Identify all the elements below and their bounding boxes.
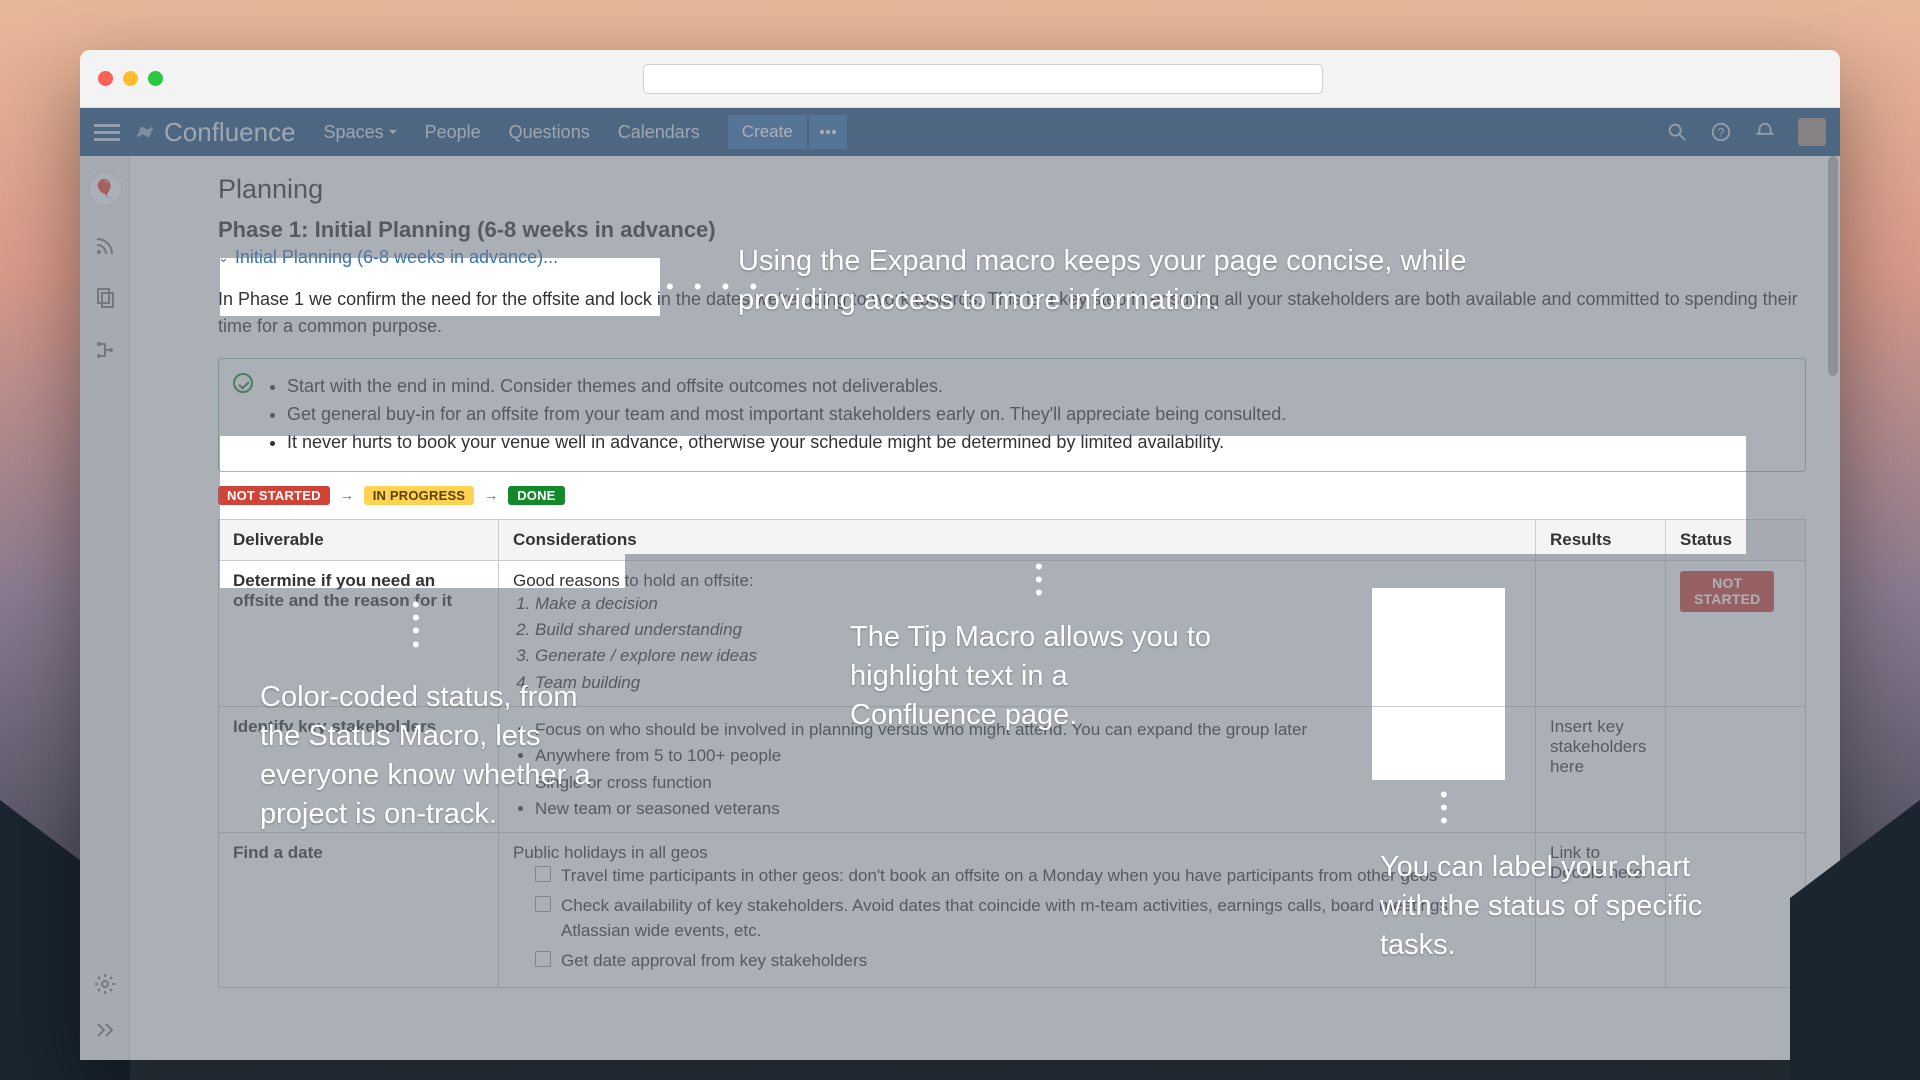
- table-row: Identify key stakeholders Focus on who s…: [219, 707, 1806, 833]
- arrow-icon: →: [340, 487, 354, 503]
- arrow-icon: →: [484, 487, 498, 503]
- status-legend: NOT STARTED → IN PROGRESS → DONE: [218, 486, 1806, 505]
- expand-macro-label: Initial Planning (6-8 weeks in advance).…: [235, 247, 558, 268]
- url-bar[interactable]: [643, 64, 1323, 94]
- results-cell: Insert key stakeholders here: [1536, 707, 1666, 833]
- phase-intro-text: In Phase 1 we confirm the need for the o…: [218, 286, 1806, 340]
- nav-questions[interactable]: Questions: [509, 122, 590, 143]
- tip-macro: Start with the end in mind. Consider the…: [218, 358, 1806, 472]
- space-avatar[interactable]: 🎈: [88, 172, 122, 206]
- check-circle-icon: [233, 373, 253, 393]
- toolbar-right: ?: [1666, 118, 1826, 146]
- phase-heading: Phase 1: Initial Planning (6-8 weeks in …: [218, 217, 1806, 243]
- app-name: Confluence: [164, 117, 296, 148]
- primary-nav: Spaces People Questions Calendars: [324, 122, 700, 143]
- checkbox[interactable]: [535, 951, 551, 967]
- nav-people[interactable]: People: [425, 122, 481, 143]
- considerations-lead: Public holidays in all geos: [513, 843, 1521, 863]
- settings-icon[interactable]: [93, 972, 117, 996]
- status-not-started: NOT STARTED: [218, 486, 330, 505]
- titlebar: [80, 50, 1840, 108]
- checklist: Travel time participants in other geos: …: [513, 863, 1521, 973]
- rss-icon[interactable]: [93, 234, 117, 258]
- results-cell: Link to Doodle here: [1536, 833, 1666, 988]
- user-avatar[interactable]: [1798, 118, 1826, 146]
- status-done: DONE: [508, 486, 564, 505]
- nav-spaces[interactable]: Spaces: [324, 122, 397, 143]
- considerations-list: Focus on who should be involved in plann…: [513, 717, 1521, 822]
- notifications-icon[interactable]: [1754, 121, 1776, 143]
- create-button[interactable]: Create: [728, 115, 807, 149]
- col-considerations: Considerations: [499, 519, 1536, 560]
- expand-macro-toggle[interactable]: ⌄ Initial Planning (6-8 weeks in advance…: [218, 247, 1806, 268]
- status-lozenge: NOT STARTED: [1680, 571, 1774, 613]
- browser-window: Confluence Spaces People Questions Calen…: [80, 50, 1840, 1060]
- app-toolbar: Confluence Spaces People Questions Calen…: [80, 108, 1840, 156]
- create-group: Create: [728, 115, 847, 149]
- tip-item: Get general buy-in for an offsite from y…: [287, 401, 1787, 429]
- status-in-progress: IN PROGRESS: [364, 486, 475, 505]
- close-window-button[interactable]: [98, 71, 113, 86]
- table-row: Find a date Public holidays in all geos …: [219, 833, 1806, 988]
- results-cell: [1536, 560, 1666, 706]
- create-more-button[interactable]: [809, 115, 847, 149]
- tip-item: It never hurts to book your venue well i…: [287, 429, 1787, 457]
- col-results: Results: [1536, 519, 1666, 560]
- left-sidebar: 🎈: [80, 156, 130, 1060]
- nav-calendars[interactable]: Calendars: [618, 122, 700, 143]
- vertical-scrollbar[interactable]: [1828, 156, 1838, 376]
- deliverables-table: Deliverable Considerations Results Statu…: [218, 519, 1806, 989]
- deliverable-title: Determine if you need an offsite and the…: [233, 571, 452, 610]
- considerations-lead: Good reasons to hold an offsite:: [513, 571, 1521, 591]
- checkbox[interactable]: [535, 896, 551, 912]
- table-row: Determine if you need an offsite and the…: [219, 560, 1806, 706]
- tip-item: Start with the end in mind. Consider the…: [287, 373, 1787, 401]
- tip-list: Start with the end in mind. Consider the…: [267, 373, 1787, 457]
- page-content: Planning Phase 1: Initial Planning (6-8 …: [130, 156, 1840, 1060]
- deliverable-title: Identify key stakeholders: [233, 717, 436, 736]
- status-cell: [1666, 707, 1806, 833]
- help-icon[interactable]: ?: [1710, 121, 1732, 143]
- chevron-down-icon: ⌄: [218, 250, 229, 266]
- considerations-list: Make a decision Build shared understandi…: [513, 591, 1521, 696]
- svg-text:?: ?: [1718, 126, 1725, 140]
- confluence-logo[interactable]: Confluence: [134, 117, 296, 148]
- maximize-window-button[interactable]: [148, 71, 163, 86]
- hamburger-menu-icon[interactable]: [94, 124, 120, 141]
- collapse-sidebar-icon[interactable]: [93, 1018, 117, 1042]
- checkbox[interactable]: [535, 866, 551, 882]
- section-heading: Planning: [218, 174, 1806, 205]
- minimize-window-button[interactable]: [123, 71, 138, 86]
- deliverable-title: Find a date: [233, 843, 323, 862]
- tree-icon[interactable]: [93, 338, 117, 362]
- col-deliverable: Deliverable: [219, 519, 499, 560]
- col-status: Status: [1666, 519, 1806, 560]
- search-icon[interactable]: [1666, 121, 1688, 143]
- status-cell: [1666, 833, 1806, 988]
- traffic-lights: [98, 71, 163, 86]
- copy-icon[interactable]: [93, 286, 117, 310]
